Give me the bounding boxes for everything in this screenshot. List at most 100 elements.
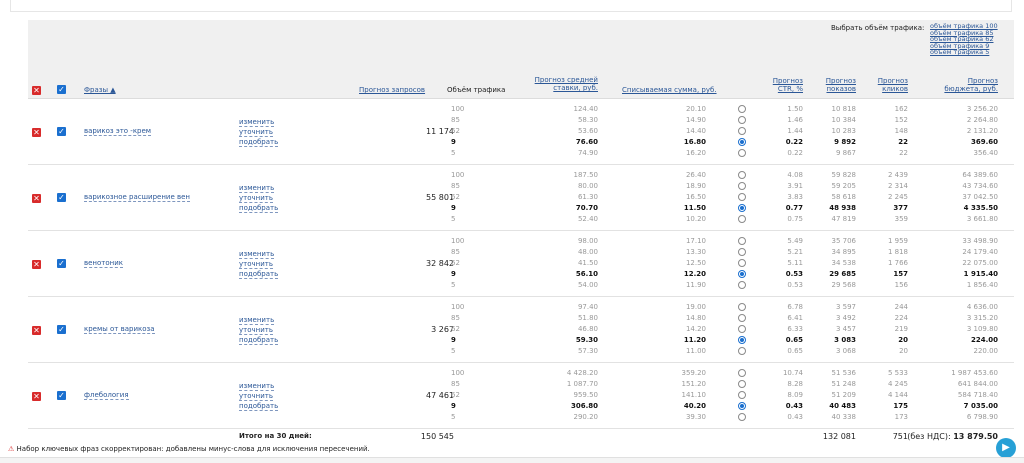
select-phrase-checkbox[interactable]: ✓: [57, 259, 66, 268]
refine-link[interactable]: уточнить: [239, 128, 273, 137]
traffic-radio[interactable]: [738, 182, 746, 190]
totals-label: Итого на 30 дней:: [239, 432, 312, 440]
ctr-cell: 10.74: [782, 369, 803, 377]
delete-phrase-checkbox[interactable]: ✕: [32, 128, 41, 137]
warning-icon: ⚠: [8, 445, 15, 453]
delete-phrase-checkbox[interactable]: ✕: [32, 326, 41, 335]
edit-link[interactable]: изменить: [239, 382, 275, 391]
traffic-radio[interactable]: [738, 270, 746, 278]
edit-link[interactable]: изменить: [239, 184, 275, 193]
header-budget[interactable]: Прогноз бюджета, руб.: [944, 77, 998, 93]
charge-column: 20.10 14.90 14.40 16.80 16.20: [684, 104, 706, 159]
delete-phrase-checkbox[interactable]: ✕: [32, 194, 41, 203]
refine-link[interactable]: уточнить: [239, 194, 273, 203]
traffic-radio[interactable]: [738, 314, 746, 322]
traffic-radio[interactable]: [738, 413, 746, 421]
select-phrase-checkbox[interactable]: ✓: [57, 325, 66, 334]
phrase-link[interactable]: кремы от варикоза: [84, 325, 155, 334]
header-clicks[interactable]: Прогноз кликов: [878, 77, 908, 93]
refine-link[interactable]: уточнить: [239, 326, 273, 335]
select-phrase-checkbox[interactable]: ✓: [57, 127, 66, 136]
top-area: [0, 0, 1024, 20]
totals-clicks: 751: [892, 432, 908, 441]
pick-link[interactable]: подобрать: [239, 270, 279, 279]
traffic-radio[interactable]: [738, 303, 746, 311]
charge-column: 19.00 14.80 14.20 11.20 11.00: [684, 302, 706, 357]
traffic-radio[interactable]: [738, 391, 746, 399]
volume-cell: 100: [451, 369, 465, 377]
edit-link[interactable]: изменить: [239, 250, 275, 259]
bid-cell: 97.40: [577, 303, 598, 311]
traffic-radio[interactable]: [738, 127, 746, 135]
bid-cell: 58.30: [577, 116, 598, 124]
refine-link[interactable]: уточнить: [239, 392, 273, 401]
select-all-checkbox[interactable]: ✓: [57, 85, 66, 94]
budget-cell: 7 035.00: [963, 402, 998, 410]
requests-forecast: 11 174: [426, 127, 454, 136]
traffic-selector-label: Выбрать объём трафика:: [831, 24, 925, 32]
traffic-radio[interactable]: [738, 237, 746, 245]
traffic-radio[interactable]: [738, 248, 746, 256]
clicks-cell: 1 818: [887, 248, 908, 256]
traffic-radio[interactable]: [738, 215, 746, 223]
header-requests[interactable]: Прогноз запросов: [359, 86, 425, 94]
clicks-cell: 2 314: [887, 182, 908, 190]
edit-link[interactable]: изменить: [239, 316, 275, 325]
charge-cell: 359.20: [681, 369, 707, 377]
phrase-link[interactable]: флебология: [84, 391, 129, 400]
pick-link[interactable]: подобрать: [239, 402, 279, 411]
select-phrase-checkbox[interactable]: ✓: [57, 391, 66, 400]
budget-cell: 24 179.40: [962, 248, 998, 256]
pick-link[interactable]: подобрать: [239, 336, 279, 345]
shows-cell: 3 597: [835, 303, 856, 311]
traffic-radio[interactable]: [738, 204, 746, 212]
notice: ⚠ Набор ключевых фраз скорректирован: до…: [8, 445, 370, 453]
ctr-cell: 0.53: [787, 281, 803, 289]
sort-phrases-link[interactable]: Фразы ▲: [84, 86, 116, 94]
refine-link[interactable]: уточнить: [239, 260, 273, 269]
charge-cell: 16.80: [683, 138, 706, 146]
traffic-radio[interactable]: [738, 336, 746, 344]
delete-phrase-checkbox[interactable]: ✕: [32, 392, 41, 401]
traffic-option[interactable]: объём трафика 5: [930, 49, 998, 56]
delete-all-checkbox[interactable]: ✕: [32, 86, 41, 95]
edit-link[interactable]: изменить: [239, 118, 275, 127]
volume-cell: 62: [451, 325, 460, 333]
traffic-radio[interactable]: [738, 171, 746, 179]
requests-forecast: 32 842: [426, 259, 454, 268]
charge-cell: 17.10: [685, 237, 706, 245]
phrase-link[interactable]: варикозное расширение вен: [84, 193, 190, 202]
header-charge[interactable]: Списываемая сумма, руб.: [622, 86, 717, 94]
traffic-radio[interactable]: [738, 259, 746, 267]
pick-link[interactable]: подобрать: [239, 138, 279, 147]
pick-link[interactable]: подобрать: [239, 204, 279, 213]
shows-cell: 59 205: [831, 182, 857, 190]
shows-cell: 3 083: [834, 336, 856, 344]
budget-cell: 3 256.20: [966, 105, 998, 113]
traffic-radio[interactable]: [738, 281, 746, 289]
phrase-link[interactable]: венотоник: [84, 259, 124, 268]
requests-forecast: 47 461: [426, 391, 454, 400]
ctr-cell: 4.08: [787, 171, 803, 179]
traffic-radio[interactable]: [738, 402, 746, 410]
traffic-radio[interactable]: [738, 369, 746, 377]
header-ctr[interactable]: Прогноз CTR, %: [773, 77, 803, 93]
ctr-cell: 5.11: [787, 259, 803, 267]
assistant-chat-button[interactable]: ▶: [996, 438, 1016, 458]
traffic-radio[interactable]: [738, 380, 746, 388]
traffic-radio[interactable]: [738, 347, 746, 355]
traffic-radio[interactable]: [738, 325, 746, 333]
select-phrase-checkbox[interactable]: ✓: [57, 193, 66, 202]
delete-phrase-checkbox[interactable]: ✕: [32, 260, 41, 269]
traffic-radio[interactable]: [738, 105, 746, 113]
traffic-radio[interactable]: [738, 116, 746, 124]
phrase-link[interactable]: варикоз это -крем: [84, 127, 152, 136]
header-shows[interactable]: Прогноз показов: [826, 77, 856, 93]
traffic-radio[interactable]: [738, 149, 746, 157]
header-bid[interactable]: Прогноз средней ставки, руб.: [535, 76, 598, 92]
traffic-radio[interactable]: [738, 138, 746, 146]
budget-cell: 224.00: [970, 336, 998, 344]
traffic-radio[interactable]: [738, 193, 746, 201]
bid-cell: 57.30: [577, 347, 598, 355]
budget-cell: 2 131.20: [966, 127, 998, 135]
